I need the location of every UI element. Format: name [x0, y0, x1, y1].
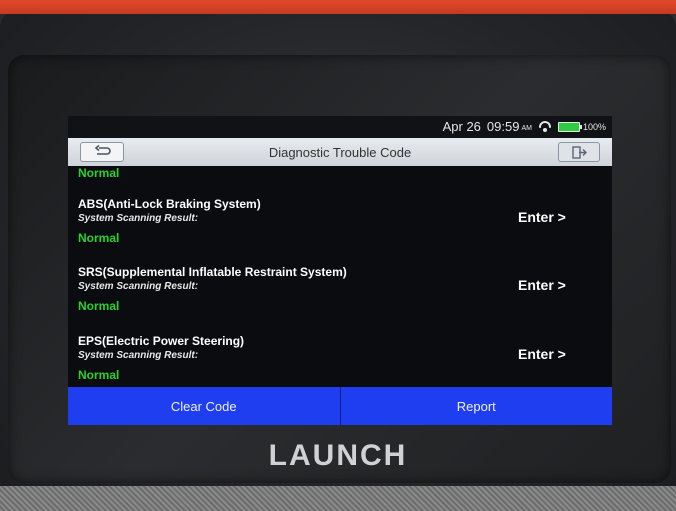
screen: Apr 26 09:59 AM 100% Diagnostic Trouble … — [68, 116, 612, 425]
system-name: SRS(Supplemental Inflatable Restraint Sy… — [78, 265, 347, 279]
wifi-icon — [538, 121, 552, 133]
device-bottom-edge — [0, 486, 676, 511]
status-right: Apr 26 09:59 AM 100% — [443, 119, 606, 134]
exit-button[interactable] — [558, 142, 600, 162]
system-status: Normal — [78, 231, 120, 245]
battery-percent: 100% — [582, 121, 606, 132]
brand-logo: LAUNCH — [268, 439, 408, 472]
title-bar: Diagnostic Trouble Code — [68, 138, 612, 166]
system-scan-label: System Scanning Result: — [78, 350, 199, 361]
list-item-eps: EPS(Electric Power Steering) System Scan… — [68, 334, 612, 387]
system-scan-label: System Scanning Result: — [78, 281, 199, 292]
system-status: Normal — [78, 299, 120, 313]
battery-icon — [557, 121, 582, 132]
enter-button-abs[interactable]: Enter > — [518, 209, 566, 225]
page-title: Diagnostic Trouble Code — [268, 145, 412, 160]
clear-code-button[interactable]: Clear Code — [68, 387, 340, 425]
system-scan-label: System Scanning Result: — [78, 213, 199, 224]
previous-status: Normal — [78, 166, 120, 180]
list-item-abs: ABS(Anti-Lock Braking System) System Sca… — [68, 197, 612, 265]
enter-button-srs[interactable]: Enter > — [518, 277, 566, 293]
status-bar: Apr 26 09:59 AM 100% — [68, 116, 612, 138]
status-date: Apr 26 — [442, 119, 481, 134]
status-time: 09:59 — [486, 119, 520, 134]
bottom-action-bar: Clear Code Report — [68, 387, 612, 425]
system-status: Normal — [78, 368, 120, 382]
exit-icon — [572, 146, 587, 159]
device-top-edge — [0, 0, 676, 14]
report-button[interactable]: Report — [339, 387, 612, 425]
status-ampm: AM — [521, 125, 532, 132]
enter-button-eps[interactable]: Enter > — [518, 346, 566, 362]
system-name: ABS(Anti-Lock Braking System) — [78, 197, 261, 211]
system-name: EPS(Electric Power Steering) — [78, 334, 245, 348]
system-list[interactable]: Normal ABS(Anti-Lock Braking System) Sys… — [68, 166, 612, 387]
list-item-srs: SRS(Supplemental Inflatable Restraint Sy… — [68, 265, 612, 333]
